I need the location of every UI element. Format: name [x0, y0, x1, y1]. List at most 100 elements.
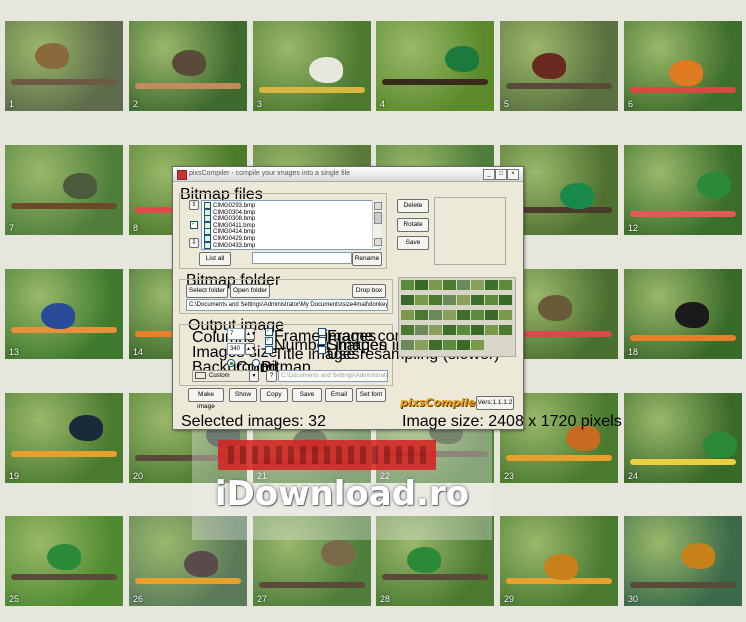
bird [544, 554, 578, 580]
frame-images-checkbox[interactable] [265, 327, 273, 336]
file-list-item[interactable]: CIMG0308.bmp [204, 215, 255, 222]
scroll-thumb[interactable] [374, 212, 382, 224]
scroll-up-arrow-icon[interactable] [374, 202, 382, 210]
thumbnail-number: 27 [257, 594, 268, 604]
photo-thumbnail[interactable]: 25 [5, 516, 123, 606]
select-folder-button[interactable]: Select folder [186, 284, 228, 298]
save-image-button[interactable]: Save [397, 236, 429, 250]
number-images-checkbox[interactable] [265, 336, 273, 345]
file-list-item[interactable]: CIMG0429.bmp [204, 235, 255, 242]
file-list-item[interactable]: CIMG0414.bmp [204, 228, 255, 235]
photo-thumbnail[interactable]: 2 [129, 21, 247, 111]
preview-tile [499, 325, 512, 335]
bird [675, 302, 709, 328]
file-filter-input[interactable] [252, 252, 352, 264]
file-list-item[interactable]: CIMG0304.bmp [204, 208, 255, 216]
copy-button[interactable]: Copy [260, 388, 288, 402]
make-image-button[interactable]: Make image [188, 388, 224, 410]
rename-button[interactable]: Rename [352, 252, 382, 266]
photo-thumbnail[interactable]: 13 [5, 269, 123, 359]
show-button[interactable]: Show [229, 388, 257, 402]
thumbnail-number: 6 [628, 99, 634, 109]
close-button[interactable]: × [507, 169, 519, 180]
columns-input[interactable]: 7 [227, 328, 245, 340]
photo-thumbnail[interactable]: 18 [624, 269, 742, 359]
scroll-down-arrow-icon[interactable] [374, 238, 382, 246]
frame-composite-checkbox[interactable] [318, 328, 326, 336]
bird [63, 173, 97, 199]
preview-tile [499, 310, 512, 320]
selected-images-status: Selected images: 32 [181, 413, 326, 430]
maximize-button[interactable]: □ [495, 169, 507, 180]
delete-button[interactable]: Delete [397, 199, 429, 213]
set-font-button[interactable]: Set font [356, 388, 386, 402]
file-checkbox[interactable] [204, 241, 211, 249]
photo-thumbnail[interactable]: 24 [624, 393, 742, 483]
save-output-button[interactable]: Save [292, 388, 322, 402]
photo-thumbnail[interactable]: 3 [253, 21, 371, 111]
file-list-item[interactable]: CIMG0411.bmp [204, 221, 255, 229]
perch [506, 455, 612, 461]
thumbnail-number: 25 [9, 594, 20, 604]
move-down-button[interactable]: ⇩ [189, 238, 199, 248]
preview-tile [415, 310, 428, 320]
thumbnail-number: 23 [504, 471, 515, 481]
images-size-stepper[interactable]: ▲▼ [245, 343, 256, 355]
preview-tile [485, 310, 498, 320]
rotate-button[interactable]: Rotate [397, 218, 429, 232]
photo-thumbnail[interactable]: 4 [376, 21, 494, 111]
bitmap-radio[interactable] [252, 359, 260, 367]
columns-stepper[interactable]: ▲▼ [245, 328, 256, 340]
preview-tile [471, 325, 484, 335]
color-swatch-icon [195, 371, 206, 379]
perch [630, 582, 736, 588]
file-list-item[interactable]: CIMG0293.bmp [204, 202, 255, 209]
drop-box-button[interactable]: Drop box [352, 284, 386, 298]
images-size-input[interactable]: 340 [227, 343, 245, 355]
photo-thumbnail[interactable]: 7 [5, 145, 123, 235]
color-dropdown-chevron-icon[interactable]: ▼ [249, 370, 259, 382]
photo-thumbnail[interactable]: 29 [500, 516, 618, 606]
preview-tile [443, 295, 456, 305]
open-folder-button[interactable]: Open folder [230, 284, 270, 298]
email-button[interactable]: Email [325, 388, 353, 402]
check-all-toggle[interactable] [190, 220, 198, 229]
thumbnail-number: 14 [133, 347, 144, 357]
title-images-checkbox[interactable] [265, 346, 273, 354]
title-bar[interactable]: pixsCompiler - compile your images into … [173, 167, 523, 182]
minimize-button[interactable]: _ [483, 169, 495, 180]
help-button[interactable]: ? [266, 370, 277, 382]
perch [382, 574, 488, 580]
photo-thumbnail[interactable]: 1 [5, 21, 123, 111]
photo-thumbnail[interactable]: 5 [500, 21, 618, 111]
bird [35, 43, 69, 69]
photo-thumbnail[interactable]: 30 [624, 516, 742, 606]
thumbnail-number: 18 [628, 347, 639, 357]
background-bitmap-path[interactable]: C:\Documents and Settings\Administrator [278, 370, 388, 382]
photo-thumbnail[interactable]: 6 [624, 21, 742, 111]
file-list-item[interactable]: CIMG0433.bmp [204, 241, 255, 249]
color-radio[interactable] [227, 359, 235, 367]
list-all-button[interactable]: List all [199, 252, 231, 266]
photo-thumbnail[interactable]: 12 [624, 145, 742, 235]
resampling-checkbox[interactable] [318, 346, 326, 354]
file-list-scrollbar[interactable] [372, 200, 382, 248]
thumbnail-number: 5 [504, 99, 510, 109]
photo-thumbnail[interactable]: 19 [5, 393, 123, 483]
preview-tile [485, 325, 498, 335]
folder-path-field[interactable]: C:\Documents and Settings\Administrator\… [186, 299, 388, 311]
bird [538, 295, 572, 321]
bitmap-file-list[interactable]: CIMG0293.bmp CIMG0304.bmp CIMG0308.bmp CIMG… [201, 200, 381, 250]
preview-tile [415, 280, 428, 290]
preview-tile [443, 310, 456, 320]
sharpen-images-checkbox[interactable] [318, 337, 326, 345]
preview-tile [457, 280, 470, 290]
thumbnail-number: 19 [9, 471, 20, 481]
move-up-button[interactable]: ⇧ [189, 200, 199, 210]
thumbnail-number: 29 [504, 594, 515, 604]
version-button[interactable]: Vers:1.1.1.2 [476, 396, 514, 410]
custom-color-select[interactable]: Custom [192, 370, 250, 382]
thumbnail-number: 8 [133, 223, 139, 233]
preview-tile [429, 340, 442, 350]
perch [135, 83, 241, 89]
